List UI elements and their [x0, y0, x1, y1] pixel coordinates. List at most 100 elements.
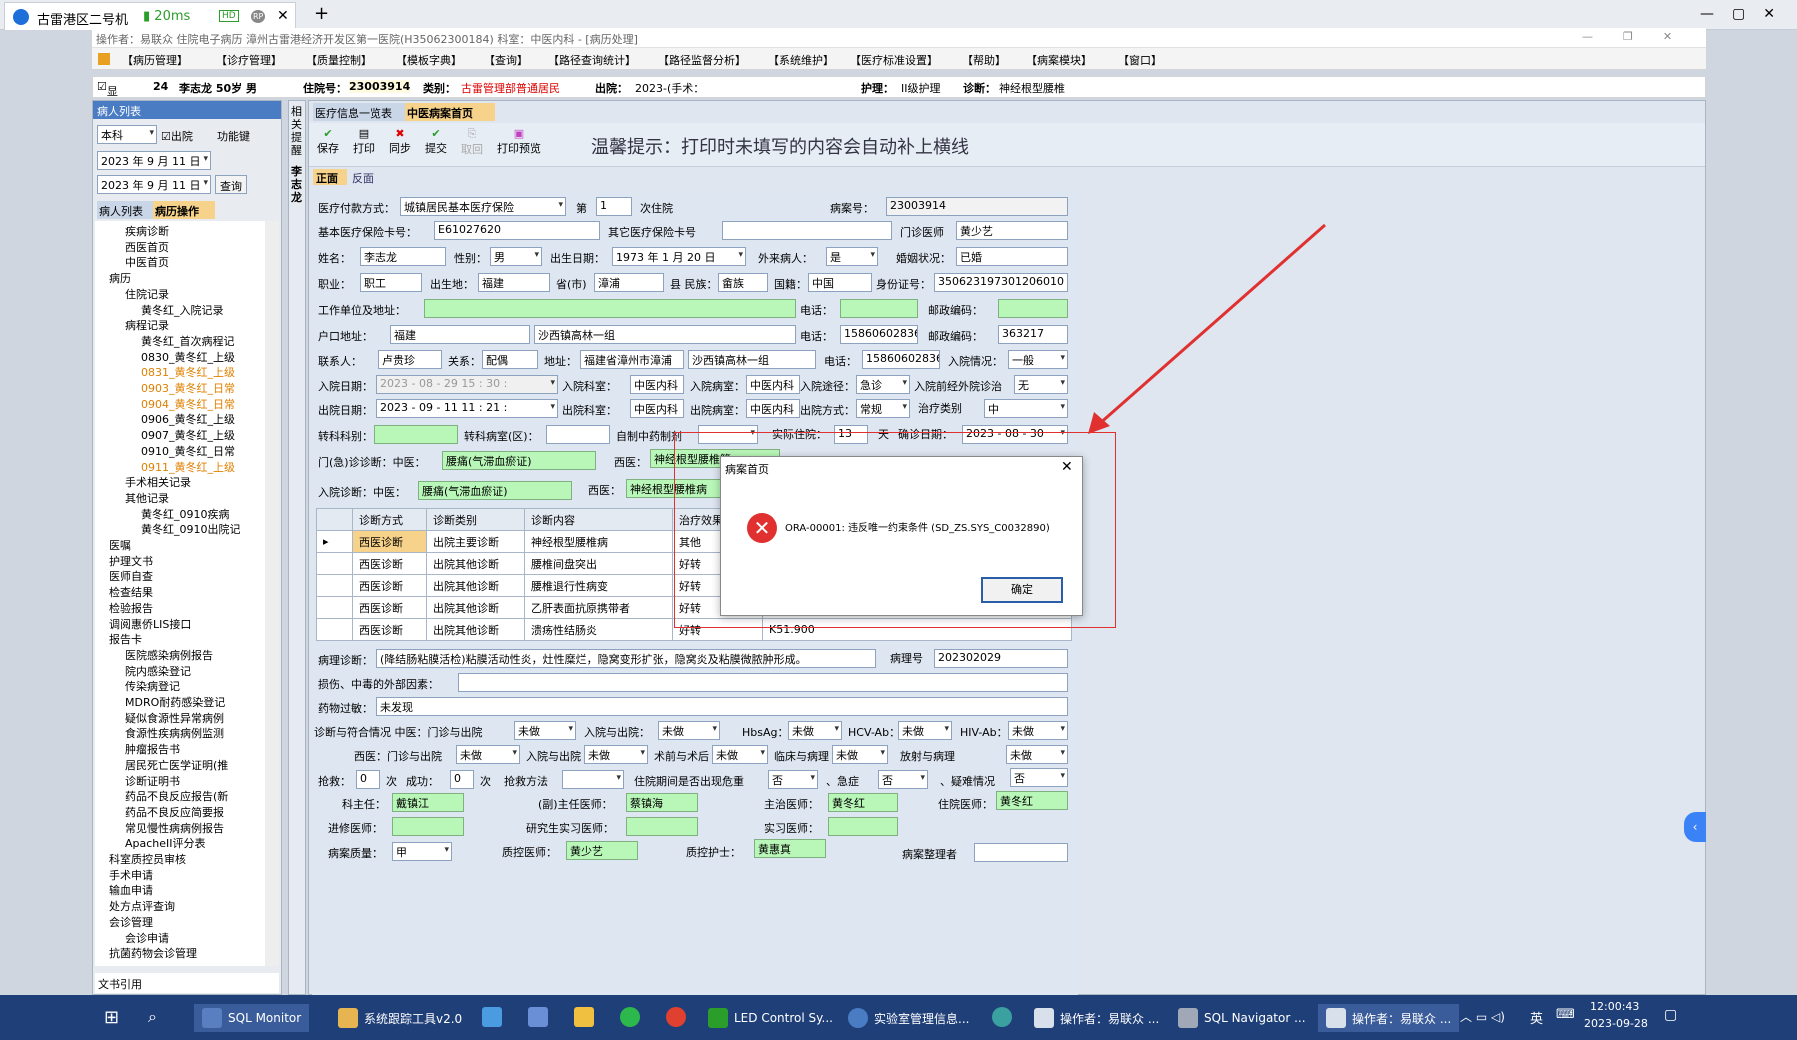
qc-doctor-input[interactable]: 黄少艺 [566, 841, 638, 860]
tree-node[interactable]: 调阅惠侨LIS接口 [109, 616, 191, 632]
outsider-select[interactable]: 是 [826, 247, 878, 266]
pre-treatment-select[interactable]: 无 [1014, 375, 1068, 394]
grid-cell[interactable]: 神经根型腰椎病 [524, 530, 673, 553]
vice-director-input[interactable]: 蔡镇海 [626, 793, 698, 812]
print-button[interactable]: ▤ 打印 [353, 127, 375, 156]
pathology-input[interactable]: (降结肠粘膜活检)粘膜活动性炎，灶性糜烂，隐窝变形扩张，隐窝炎及粘膜微脓肿形成。 [376, 649, 876, 668]
tree-node[interactable]: 病程记录 [125, 317, 169, 333]
country-input[interactable]: 中国 [808, 273, 872, 292]
record-tree[interactable]: 疾病诊断 西医首页 中医首页 病历 住院记录 黄冬红_入院记录 病程记录 黄冬红_首次病程记 0… [95, 221, 265, 966]
grid-cell[interactable]: 出院其他诊断 [426, 574, 525, 597]
rescue-input[interactable]: 0 [356, 770, 380, 789]
grid-header[interactable]: 诊断内容 [524, 508, 673, 531]
advanced-doctor-input[interactable] [392, 817, 464, 836]
contact-addr1-input[interactable]: 福建省漳州市漳浦 [580, 350, 684, 369]
app-icon[interactable] [992, 1007, 1012, 1027]
menu-item[interactable]: 【窗口】 [1118, 52, 1162, 68]
taskbar-item[interactable]: LED Control Sy... [708, 1004, 833, 1032]
print-preview-button[interactable]: ▣ 打印预览 [497, 127, 541, 156]
tree-node[interactable]: 药品不良反应简要报 [125, 804, 224, 820]
name-input[interactable]: 李志龙 [360, 247, 446, 266]
retrieve-button[interactable]: ⎘ 取回 [461, 127, 483, 157]
tree-scrollbar[interactable] [265, 221, 279, 966]
clin-patho-select[interactable]: 未做 [832, 745, 888, 764]
contact-input[interactable]: 卢贵珍 [378, 350, 442, 369]
tree-node[interactable]: 检验报告 [109, 600, 153, 616]
resident-input[interactable]: 黄冬红 [996, 791, 1068, 810]
tree-node[interactable]: 手术申请 [109, 867, 153, 883]
id-input[interactable]: 350623197301206010 [934, 273, 1068, 292]
grid-cell[interactable]: 腰椎退行性病变 [524, 574, 673, 597]
tree-node[interactable]: 疑似食源性异常病例 [125, 710, 224, 726]
menu-item[interactable]: 【病历管理】 [122, 52, 188, 68]
show-checkbox[interactable]: ☑ 显示 [97, 80, 118, 114]
app-menu-icon[interactable] [98, 53, 110, 65]
tree-node[interactable]: 0911_黄冬红_上级 [141, 459, 235, 475]
job-input[interactable]: 职工 [360, 273, 422, 292]
grad-intern-input[interactable] [626, 817, 698, 836]
tree-node[interactable]: 药品不良反应报告(新 [125, 788, 228, 804]
tab-medical-info[interactable]: 医疗信息一览表 [313, 103, 405, 121]
work-tel-input[interactable] [840, 299, 918, 318]
tree-node[interactable]: 处方点评查询 [109, 898, 175, 914]
menu-item[interactable]: 【医疗标准设置】 [850, 52, 938, 68]
attending-input[interactable]: 黄冬红 [828, 793, 898, 812]
tab-back[interactable]: 反面 [349, 169, 383, 185]
save-button[interactable]: ✔ 保存 [317, 127, 339, 156]
hukou-tel-input[interactable]: 15860602836 [840, 325, 918, 344]
nation-input[interactable]: 畲族 [718, 273, 768, 292]
browser-tab[interactable]: 古雷港区二号机 ▮ 20ms HD RP ✕ [4, 2, 296, 30]
tree-node[interactable]: 黄冬红_0910出院记 [141, 521, 241, 537]
grid-header[interactable]: 诊断类别 [426, 508, 525, 531]
side-tab-reminder[interactable]: 相关提醒 [291, 105, 303, 157]
tree-node[interactable]: 院内感染登记 [125, 663, 191, 679]
tab-tcm-homepage[interactable]: 中医病案首页 [405, 103, 495, 121]
menu-item[interactable]: 【模板字典】 [396, 52, 462, 68]
cn-in-out-select[interactable]: 未做 [658, 721, 720, 740]
menu-item[interactable]: 【诊疗管理】 [216, 52, 282, 68]
birthplace-input[interactable]: 福建 [478, 273, 550, 292]
tree-node[interactable]: 0906_黄冬红_上级 [141, 411, 235, 427]
tree-node[interactable]: 其他记录 [125, 490, 169, 506]
taskbar-item[interactable]: SQL Monitor [194, 1004, 310, 1032]
menu-item[interactable]: 【查询】 [484, 52, 528, 68]
tab-patient-list[interactable]: 病人列表 [97, 201, 153, 219]
pre-post-select[interactable]: 未做 [712, 745, 768, 764]
tree-node[interactable]: 输血申请 [109, 882, 153, 898]
grid-cell[interactable]: 西医诊断 [352, 574, 427, 597]
tree-node[interactable]: 住院记录 [125, 286, 169, 302]
work-input[interactable] [424, 299, 796, 318]
op-diag-cn-input[interactable]: 腰痛(气滞血瘀证) [442, 451, 596, 470]
tree-node[interactable]: 常见慢性病病例报告 [125, 820, 224, 836]
success-input[interactable]: 0 [450, 770, 474, 789]
tree-node[interactable]: 传染病登记 [125, 678, 180, 694]
ok-button[interactable]: 确定 [981, 577, 1063, 603]
grid-cell[interactable]: 出院主要诊断 [426, 530, 525, 553]
menu-item[interactable]: 【帮助】 [962, 52, 1006, 68]
dialog-close-icon[interactable]: ✕ [1061, 459, 1073, 475]
emergency-select[interactable]: 否 [878, 770, 928, 789]
sex-select[interactable]: 男 [490, 247, 542, 266]
menu-item[interactable]: 【质量控制】 [306, 52, 372, 68]
tree-node[interactable]: 0910_黄冬红_日常 [141, 443, 235, 459]
tree-node[interactable]: 会诊申请 [125, 930, 169, 946]
radio-patho-select[interactable]: 未做 [1006, 745, 1068, 764]
other-card-input[interactable] [722, 221, 892, 240]
discharge-date-input[interactable]: 2023 - 09 - 11 11 : 21 : [376, 399, 558, 418]
admit-date-input[interactable]: 2023 - 08 - 29 15 : 30 : [376, 375, 558, 394]
function-key-menu[interactable]: 功能键 [217, 128, 250, 144]
w-in-out-select[interactable]: 未做 [584, 745, 648, 764]
grid-header[interactable]: 诊断方式 [352, 508, 427, 531]
taskbar-item[interactable]: 实验室管理信息... [848, 1004, 969, 1032]
tree-node[interactable]: 护理文书 [109, 553, 153, 569]
tree-node[interactable]: 肿瘤报告书 [125, 741, 180, 757]
grid-cell[interactable]: 西医诊断 [352, 530, 427, 553]
clock-time[interactable]: 12:00:43 [1590, 1000, 1639, 1013]
tree-node[interactable]: 医嘱 [109, 537, 131, 553]
discharged-checkbox[interactable]: ☑出院 [161, 128, 193, 144]
folder-icon[interactable] [574, 1007, 594, 1027]
tree-node[interactable]: 病历 [109, 270, 131, 286]
admit-ward-input[interactable]: 中医内科 [746, 375, 800, 394]
new-tab-icon[interactable]: + [314, 3, 329, 24]
grid-cell[interactable]: 西医诊断 [352, 552, 427, 575]
